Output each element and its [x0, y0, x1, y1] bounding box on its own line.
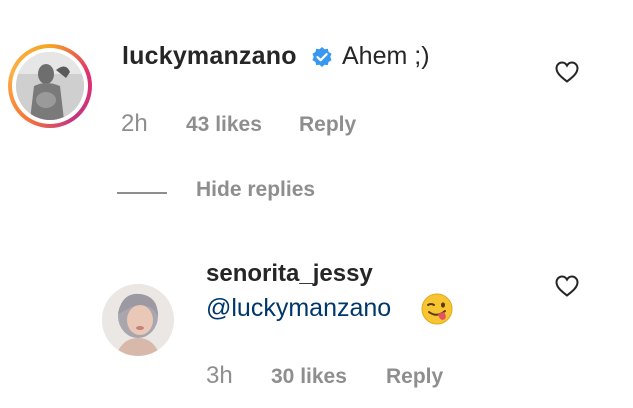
reply-mention-link[interactable]: @luckymanzano: [206, 294, 391, 323]
reply-avatar[interactable]: [102, 284, 174, 356]
reply-comment: senorita_jessy @luckymanzano 3h 30 likes…: [0, 0, 633, 408]
winking-face-with-tongue-icon: [421, 293, 453, 325]
reply-avatar-photo: [102, 284, 174, 356]
reply-likes-count[interactable]: 30 likes: [271, 365, 347, 389]
reply-timestamp[interactable]: 3h: [206, 362, 233, 390]
reply-button[interactable]: Reply: [386, 365, 443, 389]
reply-username[interactable]: senorita_jessy: [206, 260, 373, 288]
heart-icon[interactable]: [554, 274, 580, 298]
comments-thread: luckymanzano Ahem ;) 2h 43 likes Reply H…: [0, 0, 633, 408]
reply-meta: 3h 30 likes Reply: [0, 362, 633, 392]
